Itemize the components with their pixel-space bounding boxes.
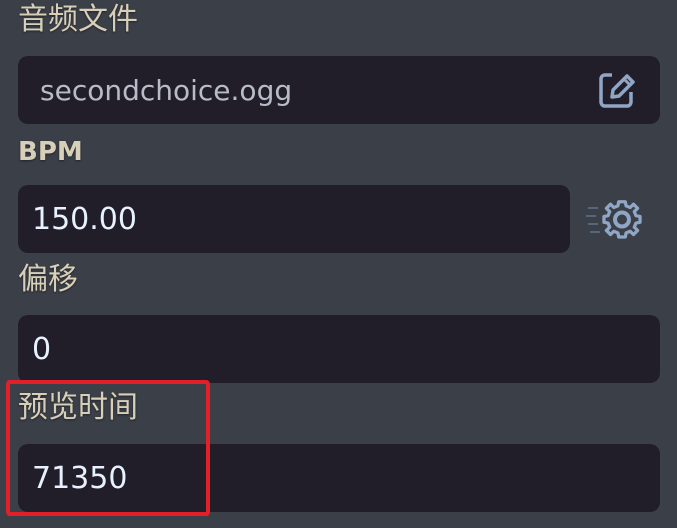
next-field-label-partial: [30, 516, 160, 528]
audio-file-field[interactable]: secondchoice.ogg: [18, 56, 660, 124]
offset-value: 0: [32, 331, 52, 367]
bpm-label: BPM: [18, 137, 83, 167]
audio-file-label: 音频文件: [18, 2, 138, 37]
offset-label: 偏移: [18, 262, 78, 297]
offset-input[interactable]: 0: [18, 315, 660, 383]
edit-audio-file-button[interactable]: [598, 70, 638, 110]
preview-time-value: 71350: [32, 460, 128, 496]
bpm-settings-button[interactable]: [584, 194, 648, 246]
gear-icon: [586, 200, 642, 239]
edit-icon: [599, 72, 636, 108]
bpm-input[interactable]: 150.00: [18, 185, 570, 253]
bpm-value: 150.00: [32, 201, 137, 237]
preview-time-label: 预览时间: [18, 390, 138, 425]
preview-time-input[interactable]: 71350: [18, 444, 660, 512]
audio-file-value: secondchoice.ogg: [40, 73, 293, 107]
